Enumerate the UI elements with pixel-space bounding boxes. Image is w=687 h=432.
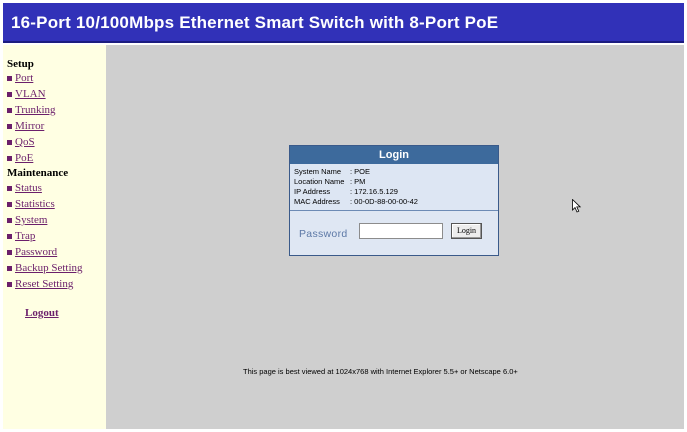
- nav-item-label[interactable]: QoS: [15, 136, 35, 148]
- nav-item-port[interactable]: Port: [7, 71, 33, 85]
- nav-item-backup-setting[interactable]: Backup Setting: [7, 261, 83, 275]
- info-value: : 172.16.5.129: [350, 187, 398, 196]
- main-content: Login System Name : POE Location Name : …: [106, 45, 684, 429]
- password-area: Password Login: [290, 211, 498, 255]
- nav-item-label[interactable]: Status: [15, 182, 42, 194]
- nav-item-trap[interactable]: Trap: [7, 229, 35, 243]
- bullet-icon: [7, 75, 12, 81]
- sidebar: Setup Port VLAN Trunking Mirror QoS PoE …: [3, 45, 106, 429]
- bullet-icon: [7, 281, 12, 287]
- setup-heading: Setup: [7, 58, 34, 70]
- nav-item-system[interactable]: System: [7, 213, 47, 227]
- nav-item-label[interactable]: PoE: [15, 152, 33, 164]
- nav-item-label[interactable]: Password: [15, 246, 57, 258]
- info-label: IP Address: [294, 187, 331, 196]
- nav-item-label[interactable]: Trap: [15, 230, 35, 242]
- login-button[interactable]: Login: [451, 223, 482, 239]
- bullet-icon: [7, 201, 12, 207]
- bullet-icon: [7, 107, 12, 113]
- info-row-location-name: Location Name : PM: [294, 177, 494, 187]
- nav-item-label[interactable]: Trunking: [15, 104, 56, 116]
- nav-item-label[interactable]: Statistics: [15, 198, 55, 210]
- bullet-icon: [7, 91, 12, 97]
- maintenance-heading: Maintenance: [7, 167, 69, 179]
- bullet-icon: [7, 217, 12, 223]
- bullet-icon: [7, 139, 12, 145]
- nav-item-qos[interactable]: QoS: [7, 135, 35, 149]
- info-value: : POE: [350, 167, 371, 176]
- info-label: MAC Address: [294, 197, 340, 206]
- nav-item-label[interactable]: Backup Setting: [15, 262, 83, 274]
- info-row-mac-address: MAC Address : 00-0D-88-00-00-42: [294, 197, 494, 207]
- nav-item-poe[interactable]: PoE: [7, 151, 33, 165]
- login-panel-title: Login: [290, 146, 498, 164]
- password-input[interactable]: [359, 223, 443, 239]
- nav-item-label[interactable]: Mirror: [15, 120, 44, 132]
- nav-item-status[interactable]: Status: [7, 181, 42, 195]
- login-panel: Login System Name : POE Location Name : …: [289, 145, 499, 256]
- page-title: 16-Port 10/100Mbps Ethernet Smart Switch…: [11, 13, 499, 32]
- info-value: : 00-0D-88-00-00-42: [350, 197, 418, 206]
- nav-item-vlan[interactable]: VLAN: [7, 87, 46, 101]
- nav-item-statistics[interactable]: Statistics: [7, 197, 55, 211]
- nav-item-label[interactable]: VLAN: [15, 88, 46, 100]
- password-label: Password: [299, 228, 348, 240]
- nav-item-label[interactable]: Reset Setting: [15, 278, 73, 290]
- info-row-system-name: System Name : POE: [294, 167, 494, 177]
- info-label: Location Name: [294, 177, 345, 186]
- info-value: : PM: [350, 177, 366, 186]
- mouse-cursor-icon: [572, 199, 582, 213]
- nav-item-label[interactable]: Port: [15, 72, 33, 84]
- page-header: 16-Port 10/100Mbps Ethernet Smart Switch…: [3, 3, 684, 43]
- bullet-icon: [7, 155, 12, 161]
- bullet-icon: [7, 185, 12, 191]
- nav-item-mirror[interactable]: Mirror: [7, 119, 44, 133]
- browser-note: This page is best viewed at 1024x768 wit…: [243, 367, 518, 376]
- nav-item-label[interactable]: System: [15, 214, 47, 226]
- nav-item-reset-setting[interactable]: Reset Setting: [7, 277, 73, 291]
- bullet-icon: [7, 123, 12, 129]
- bullet-icon: [7, 249, 12, 255]
- nav-item-trunking[interactable]: Trunking: [7, 103, 56, 117]
- info-label: System Name: [294, 167, 342, 176]
- bullet-icon: [7, 233, 12, 239]
- device-info: System Name : POE Location Name : PM IP …: [290, 164, 498, 211]
- nav-item-password[interactable]: Password: [7, 245, 57, 259]
- logout-link[interactable]: Logout: [25, 307, 59, 319]
- bullet-icon: [7, 265, 12, 271]
- info-row-ip-address: IP Address : 172.16.5.129: [294, 187, 494, 197]
